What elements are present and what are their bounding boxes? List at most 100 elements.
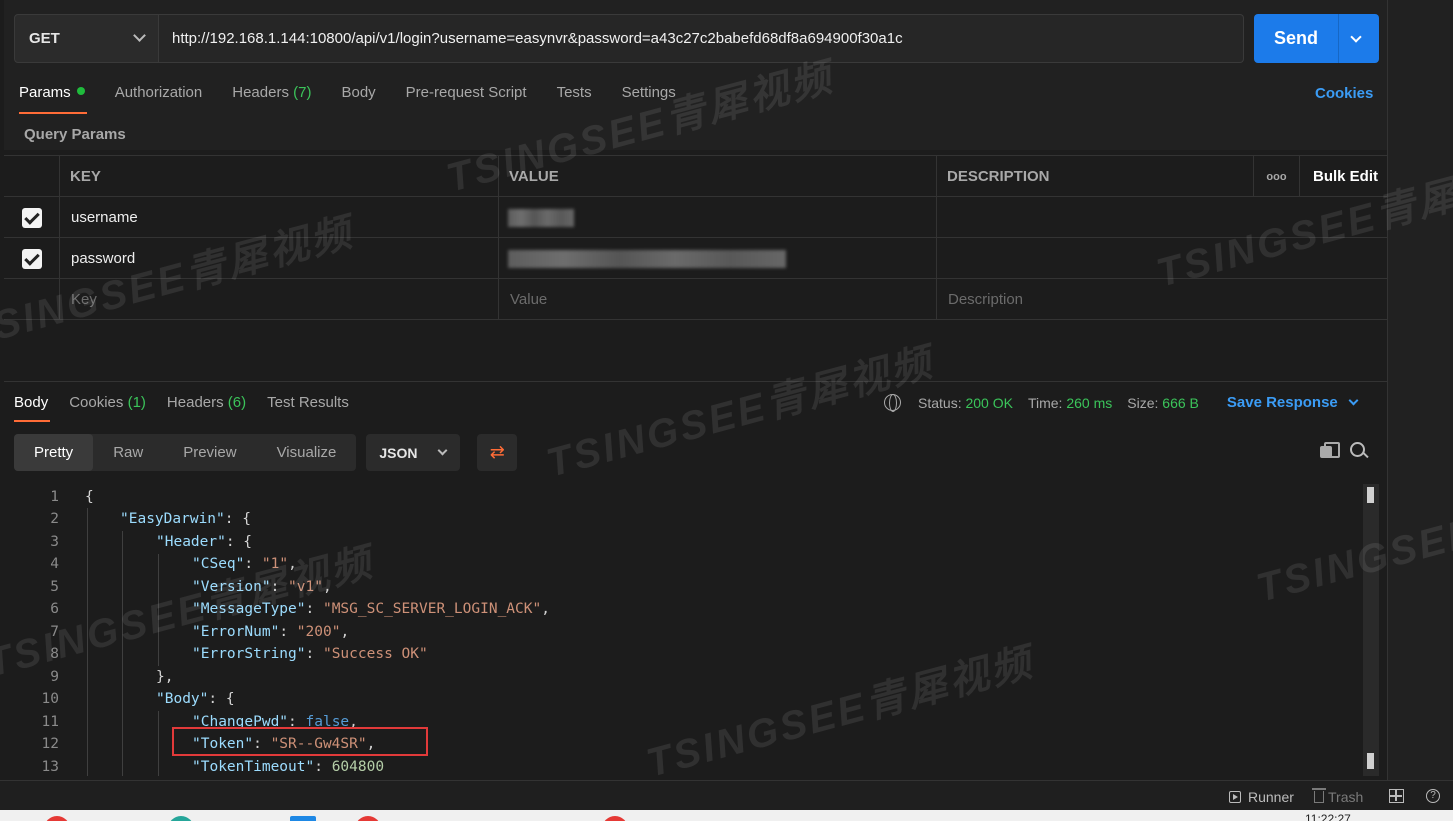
- code-string: "Success OK": [322, 646, 428, 662]
- line-number: 4: [50, 556, 59, 572]
- line-number: 1: [50, 489, 59, 505]
- cookies-link[interactable]: Cookies: [1315, 85, 1373, 102]
- send-label: Send: [1273, 28, 1318, 48]
- code-key: "Version": [192, 579, 271, 595]
- tab-headers[interactable]: Headers (7): [232, 84, 311, 114]
- code-line: "MessageType": "MSG_SC_SERVER_LOGIN_ACK"…: [192, 601, 550, 617]
- param-key-cell[interactable]: username: [60, 197, 499, 238]
- redacted-value: [508, 208, 574, 227]
- tab-pre-request-script[interactable]: Pre-request Script: [406, 84, 527, 114]
- view-visualize-button[interactable]: Visualize: [257, 434, 357, 471]
- line-number: 6: [50, 601, 59, 617]
- method-label: GET: [29, 30, 60, 47]
- status-info: Status: 200 OK: [918, 395, 1013, 411]
- param-value-cell[interactable]: [499, 238, 937, 279]
- save-response-button[interactable]: Save Response: [1226, 394, 1359, 411]
- code-line: "Body": {: [156, 691, 235, 707]
- line-number: 9: [50, 669, 59, 685]
- layout-icon[interactable]: [1389, 789, 1404, 803]
- editor-scrollbar[interactable]: [1363, 484, 1379, 776]
- code-key: "ErrorNum": [192, 624, 280, 640]
- taskbar-app-icon[interactable]: [44, 816, 70, 821]
- redacted-value: [508, 249, 786, 268]
- tab-response-headers[interactable]: Headers (6): [167, 394, 246, 422]
- code-line: {: [85, 489, 94, 505]
- line-number: 12: [41, 736, 59, 752]
- format-label: JSON: [379, 444, 418, 461]
- chevron-down-icon: [133, 29, 146, 42]
- tab-test-results[interactable]: Test Results: [267, 394, 349, 422]
- format-select[interactable]: JSON: [366, 434, 461, 471]
- view-pretty-button[interactable]: Pretty: [14, 434, 94, 471]
- code-token: : {: [224, 511, 251, 527]
- tab-response-cookies[interactable]: Cookies (1): [69, 394, 146, 422]
- globe-icon[interactable]: [884, 394, 901, 412]
- url-input[interactable]: http://192.168.1.144:10800/api/v1/login?…: [159, 14, 1244, 63]
- save-response-label: Save Response: [1226, 394, 1338, 411]
- response-meta: Status: 200 OK Time: 260 ms Size: 666 B …: [884, 394, 1359, 412]
- taskbar-app-icon[interactable]: [355, 816, 381, 821]
- method-select[interactable]: GET: [14, 14, 159, 63]
- indent-guide: [158, 711, 159, 776]
- query-params-table: KEY VALUE DESCRIPTION ooo Bulk Edit user…: [4, 155, 1387, 321]
- taskbar-app-icon[interactable]: [168, 816, 194, 821]
- code-token: {: [85, 489, 94, 505]
- more-options-icon[interactable]: ooo: [1254, 156, 1300, 197]
- query-params-title: Query Params: [24, 126, 126, 143]
- param-description-cell[interactable]: [937, 238, 1387, 279]
- trash-label: Trash: [1328, 789, 1364, 805]
- wrap-lines-icon[interactable]: ⇄: [477, 434, 518, 471]
- checkbox-checked[interactable]: [21, 207, 42, 228]
- code-line: "Version": "v1",: [192, 579, 332, 595]
- row-check-cell: [4, 238, 60, 279]
- taskbar-app-icon[interactable]: [290, 816, 316, 821]
- line-number: 3: [50, 534, 59, 550]
- param-key-cell[interactable]: password: [60, 238, 499, 279]
- value-placeholder[interactable]: Value: [499, 279, 937, 320]
- code-line: },: [156, 669, 173, 685]
- column-description-header: DESCRIPTION: [937, 156, 1254, 197]
- trash-button[interactable]: Trash: [1312, 788, 1364, 805]
- view-preview-button[interactable]: Preview: [163, 434, 256, 471]
- param-description-cell[interactable]: [937, 197, 1387, 238]
- status-label: Status:: [918, 394, 962, 411]
- header-check-cell: [4, 156, 60, 197]
- bulk-edit-button[interactable]: Bulk Edit: [1300, 156, 1387, 197]
- column-key-header: KEY: [60, 156, 499, 197]
- code-token: : {: [225, 534, 253, 550]
- description-placeholder[interactable]: Description: [937, 279, 1387, 320]
- code-key: "CSeq": [192, 556, 245, 572]
- trash-icon: [1312, 788, 1326, 803]
- tab-response-body[interactable]: Body: [14, 394, 51, 422]
- param-value-cell[interactable]: [499, 197, 937, 238]
- os-taskbar: 11:22:27: [0, 810, 1453, 821]
- key-placeholder[interactable]: Key: [60, 279, 499, 320]
- search-icon[interactable]: [1350, 442, 1368, 460]
- headers-count-badge: (7): [293, 84, 312, 101]
- runner-button[interactable]: Runner: [1229, 789, 1294, 805]
- scroll-thumb[interactable]: [1367, 487, 1374, 503]
- code-string: "v1": [288, 579, 323, 595]
- indent-guide: [87, 508, 88, 776]
- code-key: "Body": [156, 691, 209, 707]
- chevron-down-icon[interactable]: [1350, 30, 1362, 43]
- taskbar-app-icon[interactable]: [602, 816, 628, 821]
- tab-headers-label: Headers: [166, 394, 224, 411]
- divider: [4, 381, 1387, 382]
- row-check-cell: [4, 197, 60, 238]
- scroll-marker: [1367, 753, 1374, 769]
- line-number: 11: [41, 714, 59, 730]
- copy-icon[interactable]: [1320, 442, 1340, 459]
- status-footer: Runner Trash ?: [0, 780, 1453, 810]
- table-row: password: [4, 238, 1387, 279]
- checkbox-checked[interactable]: [21, 248, 42, 269]
- tab-tests[interactable]: Tests: [557, 84, 592, 114]
- tab-settings[interactable]: Settings: [622, 84, 676, 114]
- send-button[interactable]: Send: [1254, 14, 1379, 63]
- help-icon[interactable]: ?: [1426, 789, 1440, 803]
- tab-params[interactable]: Params: [19, 84, 87, 114]
- view-raw-button[interactable]: Raw: [93, 434, 163, 471]
- line-number: 13: [41, 759, 59, 775]
- tab-authorization[interactable]: Authorization: [115, 84, 203, 114]
- tab-body[interactable]: Body: [341, 84, 375, 114]
